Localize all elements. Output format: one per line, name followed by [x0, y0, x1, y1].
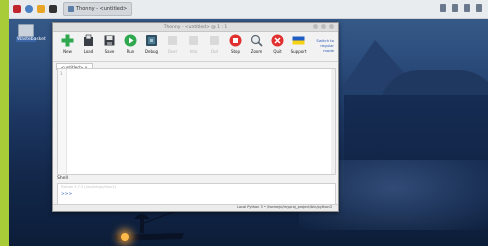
load-button[interactable]: Load [78, 34, 99, 54]
clock-icon[interactable] [476, 4, 482, 12]
step-into-button[interactable]: Into [183, 34, 204, 54]
file-manager-icon[interactable] [37, 5, 45, 13]
thonny-app-icon [68, 6, 74, 12]
new-button[interactable]: New [57, 34, 78, 54]
step-over-label: Over [167, 49, 178, 54]
volume-icon[interactable] [464, 4, 470, 12]
debug-button[interactable]: Debug [141, 34, 162, 54]
wallpaper-lamp-glow [121, 233, 129, 241]
stop-label: Stop [230, 49, 241, 54]
shell-banner: Python 3.7.3 (/usr/bin/python3) [61, 185, 116, 189]
minimize-button[interactable] [313, 24, 318, 29]
terminal-icon[interactable] [49, 5, 57, 13]
plus-icon [61, 34, 74, 47]
toolbar: New Load Save Run Debug Over Into Out St… [53, 32, 338, 62]
wastebasket-icon [18, 24, 34, 37]
shell-prompt[interactable]: >>> [61, 192, 72, 197]
window-controls [313, 24, 334, 29]
step-out-icon [208, 34, 221, 47]
bluetooth-icon[interactable] [440, 4, 446, 12]
desktop-icon-label: Wastebasket [16, 37, 46, 42]
line-number: 1 [60, 71, 63, 76]
switch-mode-link[interactable]: Switch to regular mode [316, 38, 334, 53]
load-icon [82, 34, 95, 47]
mode-line-3: mode [323, 48, 334, 53]
run-button[interactable]: Run [120, 34, 141, 54]
shell-title: Shell [57, 176, 68, 181]
stop-icon [229, 34, 242, 47]
shell-panel[interactable]: Python 3.7.3 (/usr/bin/python3) >>> [57, 183, 336, 206]
wifi-icon[interactable] [452, 4, 458, 12]
support-label: Support [290, 49, 307, 54]
line-number-gutter: 1 [58, 69, 67, 174]
quit-button[interactable]: Quit [267, 34, 288, 54]
quit-label: Quit [273, 49, 282, 54]
maximize-button[interactable] [321, 24, 326, 29]
debug-icon [145, 34, 158, 47]
run-label: Run [126, 49, 135, 54]
step-over-button[interactable]: Over [162, 34, 183, 54]
step-out-label: Out [210, 49, 219, 54]
zoom-label: Zoom [250, 49, 263, 54]
save-icon [103, 34, 116, 47]
quit-icon [271, 34, 284, 47]
interpreter-status[interactable]: Local Python 3 • /home/pi/myproj_project… [237, 205, 332, 209]
new-label: New [63, 49, 72, 54]
browser-icon[interactable] [25, 5, 33, 13]
save-label: Save [104, 49, 115, 54]
zoom-icon [250, 34, 263, 47]
raspberry-menu-icon[interactable] [13, 5, 21, 13]
step-into-icon [187, 34, 200, 47]
desktop-icon-wastebasket[interactable]: Wastebasket [16, 24, 46, 42]
close-button[interactable] [329, 24, 334, 29]
window-titlebar[interactable]: Thonny - <untitled> @ 1 : 1 [53, 23, 338, 32]
status-bar: Local Python 3 • /home/pi/myproj_project… [53, 204, 338, 211]
debug-label: Debug [144, 49, 159, 54]
top-taskbar: Thonny - <untitled> [9, 0, 488, 19]
green-frame-border [0, 0, 9, 246]
taskbar-task-label: Thonny - <untitled> [76, 6, 128, 12]
step-into-label: Into [189, 49, 198, 54]
support-flag-icon [292, 34, 305, 47]
taskbar-thonny-task[interactable]: Thonny - <untitled> [63, 2, 133, 16]
stop-button[interactable]: Stop [225, 34, 246, 54]
window-title: Thonny - <untitled> @ 1 : 1 [163, 24, 228, 30]
system-tray [440, 4, 482, 12]
thonny-window: Thonny - <untitled> @ 1 : 1 New Load Sav… [52, 22, 339, 212]
run-icon [124, 34, 137, 47]
support-button[interactable]: Support [288, 34, 309, 54]
step-over-icon [166, 34, 179, 47]
editor-scrollbar[interactable] [331, 69, 335, 174]
zoom-button[interactable]: Zoom [246, 34, 267, 54]
load-label: Load [83, 49, 94, 54]
code-editor[interactable]: 1 [57, 68, 336, 175]
step-out-button[interactable]: Out [204, 34, 225, 54]
save-button[interactable]: Save [99, 34, 120, 54]
